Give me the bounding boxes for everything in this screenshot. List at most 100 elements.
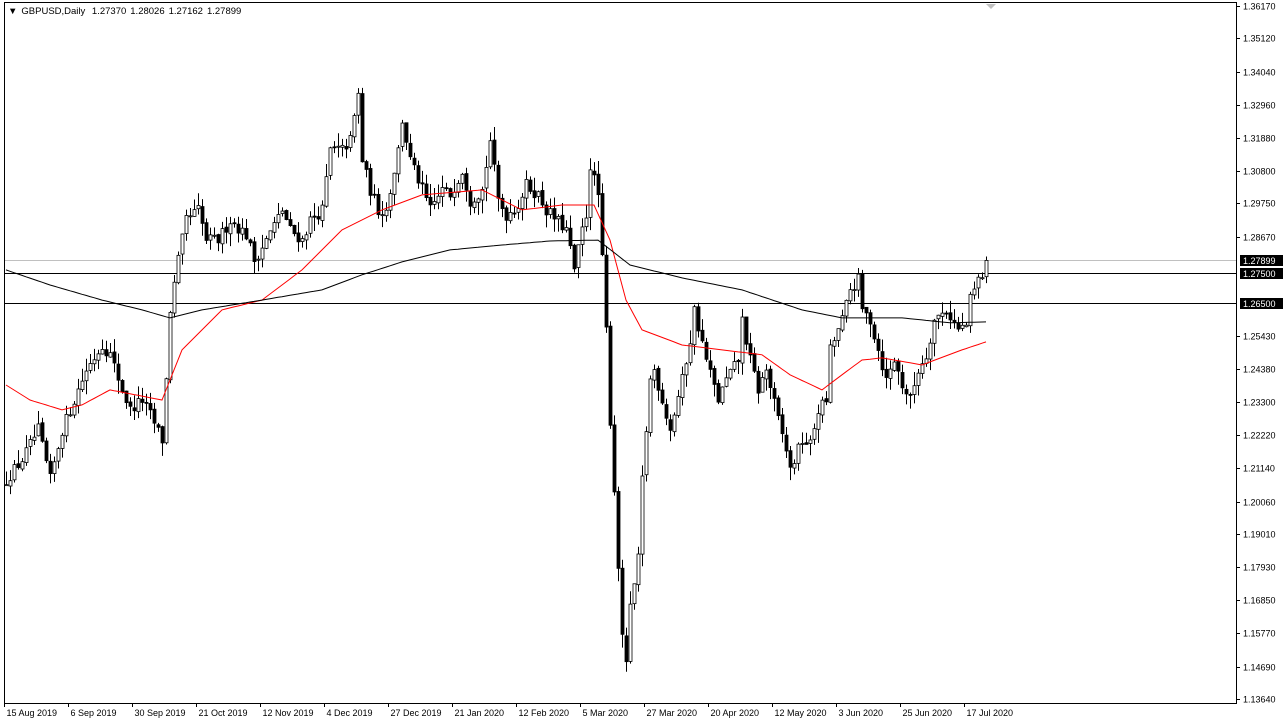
bull-candle-body bbox=[381, 215, 384, 216]
bull-candle-body bbox=[733, 362, 736, 370]
bull-candle-body bbox=[809, 440, 812, 444]
bull-candle-body bbox=[177, 255, 180, 282]
bear-candle-body bbox=[865, 307, 868, 313]
bear-candle-body bbox=[897, 361, 900, 371]
bear-candle-body bbox=[877, 339, 880, 350]
menu-triangle-icon[interactable]: ▼ bbox=[8, 6, 17, 17]
bull-candle-body bbox=[853, 290, 856, 291]
price-chart[interactable]: 1.361701.351201.340401.329601.318801.308… bbox=[0, 0, 1288, 725]
bull-candle-body bbox=[185, 215, 188, 233]
bull-candle-body bbox=[385, 210, 388, 215]
bull-candle-body bbox=[677, 396, 680, 415]
bear-candle-body bbox=[753, 354, 756, 372]
bull-candle-body bbox=[437, 196, 440, 203]
plot-area[interactable] bbox=[5, 3, 1237, 704]
bear-candle-body bbox=[665, 405, 668, 419]
bull-candle-body bbox=[241, 228, 244, 234]
bull-candle-body bbox=[193, 210, 196, 217]
bear-candle-body bbox=[785, 435, 788, 451]
bull-candle-body bbox=[477, 199, 480, 202]
bull-candle-body bbox=[917, 373, 920, 385]
bear-candle-body bbox=[425, 184, 428, 198]
bull-candle-body bbox=[13, 465, 16, 480]
y-tick-label: 1.16850 bbox=[1243, 596, 1276, 606]
bull-candle-body bbox=[197, 205, 200, 208]
candle bbox=[617, 487, 620, 582]
bear-candle-body bbox=[529, 180, 532, 191]
bull-candle-body bbox=[85, 371, 88, 381]
bear-candle-body bbox=[205, 223, 208, 241]
candle bbox=[641, 465, 644, 566]
bear-candle-body bbox=[49, 461, 52, 473]
candle bbox=[621, 560, 624, 648]
bear-candle-body bbox=[861, 274, 864, 308]
bull-candle-body bbox=[281, 211, 284, 213]
bear-candle-body bbox=[573, 245, 576, 269]
bull-candle-body bbox=[649, 379, 652, 433]
price-label-text: 1.27500 bbox=[1243, 269, 1276, 279]
bull-candle-body bbox=[829, 345, 832, 402]
bear-candle-body bbox=[593, 171, 596, 175]
bull-candle-body bbox=[189, 216, 192, 217]
bull-candle-body bbox=[801, 443, 804, 444]
y-tick-label: 1.20060 bbox=[1243, 498, 1276, 508]
bear-candle-body bbox=[769, 369, 772, 387]
bull-candle-body bbox=[681, 374, 684, 397]
bull-candle-body bbox=[61, 435, 64, 448]
bull-candle-body bbox=[889, 369, 892, 378]
candle bbox=[645, 426, 648, 481]
bull-candle-body bbox=[109, 353, 112, 357]
bull-candle-body bbox=[893, 362, 896, 370]
bull-candle-body bbox=[933, 320, 936, 343]
y-tick-label: 1.35120 bbox=[1243, 34, 1276, 44]
bear-candle-body bbox=[541, 190, 544, 205]
bull-candle-body bbox=[729, 369, 732, 378]
bear-candle-body bbox=[625, 636, 628, 662]
bear-candle-body bbox=[825, 399, 828, 402]
bear-candle-body bbox=[249, 240, 252, 243]
bull-candle-body bbox=[173, 282, 176, 313]
bear-candle-body bbox=[773, 388, 776, 398]
candle bbox=[609, 321, 612, 429]
bull-candle-body bbox=[653, 370, 656, 381]
bull-candle-body bbox=[65, 414, 68, 435]
bull-candle-body bbox=[393, 173, 396, 194]
bear-candle-body bbox=[369, 168, 372, 195]
bear-candle-body bbox=[365, 162, 368, 170]
bull-candle-body bbox=[641, 476, 644, 554]
bear-candle-body bbox=[41, 423, 44, 442]
bull-candle-body bbox=[557, 216, 560, 218]
bull-candle-body bbox=[341, 145, 344, 147]
bull-candle-body bbox=[645, 432, 648, 475]
bull-candle-body bbox=[913, 386, 916, 395]
bull-candle-body bbox=[73, 404, 76, 415]
bear-candle-body bbox=[317, 217, 320, 219]
open-value: 1.27370 bbox=[92, 6, 126, 17]
bull-candle-body bbox=[565, 228, 568, 231]
price-level-label: 1.27500 bbox=[1240, 268, 1283, 279]
bull-candle-body bbox=[725, 378, 728, 387]
y-tick-label: 1.32960 bbox=[1243, 101, 1276, 111]
bear-candle-body bbox=[421, 183, 424, 184]
bull-candle-body bbox=[397, 148, 400, 174]
bull-candle-body bbox=[93, 360, 96, 364]
candle bbox=[177, 251, 180, 284]
bear-candle-body bbox=[805, 443, 808, 445]
candle bbox=[401, 120, 404, 152]
symbol-label: GBPUSD,Daily bbox=[21, 6, 85, 17]
x-tick-label: 21 Jan 2020 bbox=[455, 708, 505, 718]
candle bbox=[285, 210, 288, 221]
bull-candle-body bbox=[305, 235, 308, 240]
bear-candle-body bbox=[141, 399, 144, 402]
candle bbox=[601, 183, 604, 256]
bear-candle-body bbox=[789, 451, 792, 468]
bear-candle-body bbox=[617, 491, 620, 568]
bear-candle-body bbox=[901, 372, 904, 387]
bear-candle-body bbox=[497, 165, 500, 198]
bear-candle-body bbox=[17, 464, 20, 468]
bear-candle-body bbox=[133, 408, 136, 411]
bull-candle-body bbox=[473, 202, 476, 208]
bull-candle-body bbox=[973, 289, 976, 295]
x-tick-label: 5 Mar 2020 bbox=[583, 708, 629, 718]
bear-candle-body bbox=[553, 209, 556, 219]
